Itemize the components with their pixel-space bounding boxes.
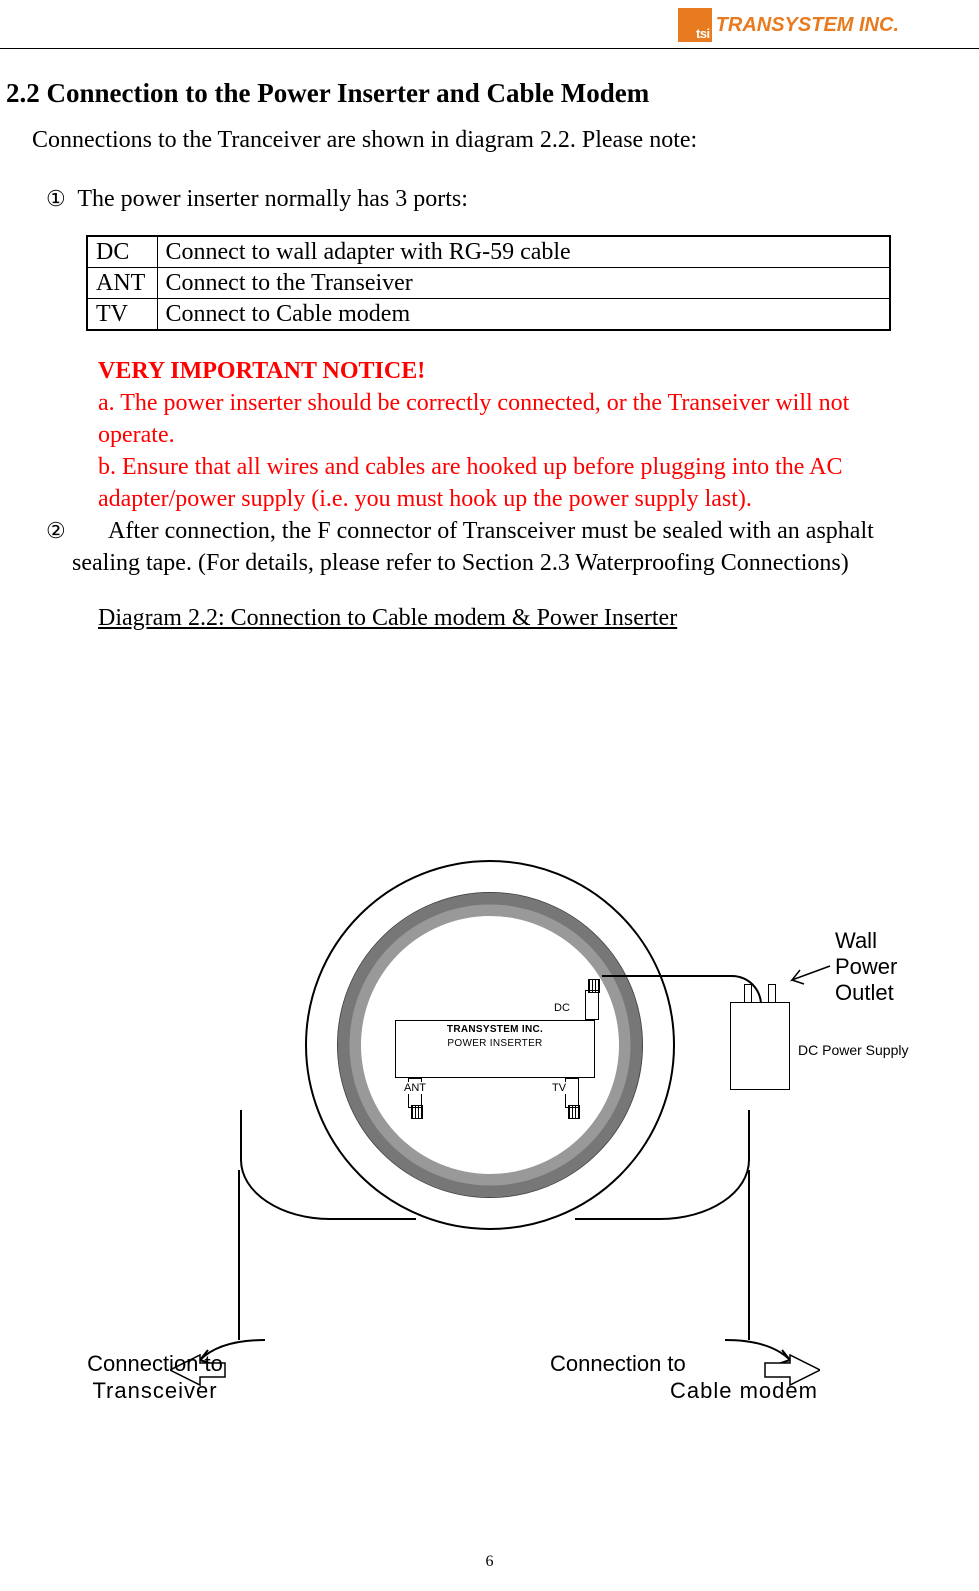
connection-left-label: Connection to Transceiver bbox=[30, 1350, 280, 1404]
wall-outlet-label: Wall Power Outlet bbox=[835, 928, 897, 1006]
diagram-title: Diagram 2.2: Connection to Cable modem &… bbox=[0, 605, 919, 632]
desc-cell: Connect to the Transeiver bbox=[157, 268, 890, 299]
port-cell: DC bbox=[87, 236, 157, 268]
company-name: TRANSYSTEM INC. bbox=[716, 14, 899, 37]
notice-b: b. Ensure that all wires and cables are … bbox=[98, 451, 889, 515]
dc-connector-icon bbox=[585, 990, 599, 1020]
port-label-ant: ANT bbox=[402, 1082, 428, 1094]
list-item-2-text: After connection, the F connector of Tra… bbox=[72, 518, 874, 576]
page-number: 6 bbox=[0, 1553, 979, 1571]
port-cell: TV bbox=[87, 299, 157, 331]
tv-cable-icon bbox=[748, 1170, 750, 1340]
header-divider bbox=[0, 48, 979, 49]
tsi-logo-icon bbox=[678, 8, 712, 42]
ant-cable-icon bbox=[240, 1110, 416, 1220]
table-row: DC Connect to wall adapter with RG-59 ca… bbox=[87, 236, 890, 268]
notice-block: VERY IMPORTANT NOTICE! a. The power inse… bbox=[0, 355, 919, 515]
inserter-label: POWER INSERTER bbox=[447, 1038, 542, 1049]
power-prong-icon bbox=[744, 984, 776, 1002]
port-cell: ANT bbox=[87, 268, 157, 299]
arrow-icon bbox=[782, 960, 832, 994]
conn-right-line2: Cable modem bbox=[550, 1378, 818, 1403]
connection-right-label: Connection to Cable modem bbox=[550, 1350, 930, 1404]
header-logo: TRANSYSTEM INC. bbox=[678, 8, 899, 42]
connection-diagram: TRANSYSTEM INC. POWER INSERTER DC ANT TV… bbox=[30, 850, 950, 1470]
table-row: TV Connect to Cable modem bbox=[87, 299, 890, 331]
ant-cable-icon bbox=[238, 1170, 240, 1340]
dc-cable-icon bbox=[602, 975, 762, 1005]
intro-text: Connections to the Tranceiver are shown … bbox=[0, 127, 919, 154]
desc-cell: Connect to wall adapter with RG-59 cable bbox=[157, 236, 890, 268]
tv-cable-icon bbox=[575, 1110, 750, 1220]
ports-table: DC Connect to wall adapter with RG-59 ca… bbox=[86, 235, 891, 331]
conn-right-line1: Connection to bbox=[550, 1351, 686, 1376]
power-inserter-box: TRANSYSTEM INC. POWER INSERTER bbox=[395, 1020, 595, 1078]
list-item-2: ② After connection, the F connector of T… bbox=[0, 515, 919, 579]
circled-2-icon: ② bbox=[46, 518, 66, 543]
circled-1-icon: ① bbox=[46, 186, 66, 211]
desc-cell: Connect to Cable modem bbox=[157, 299, 890, 331]
inserter-brand: TRANSYSTEM INC. bbox=[447, 1024, 543, 1035]
conn-left-line2: Transceiver bbox=[92, 1378, 217, 1403]
list-item-1: ① The power inserter normally has 3 port… bbox=[0, 186, 919, 213]
notice-title: VERY IMPORTANT NOTICE! bbox=[98, 355, 889, 387]
power-supply-icon bbox=[730, 1002, 790, 1090]
list-item-1-text: The power inserter normally has 3 ports: bbox=[77, 186, 468, 212]
conn-left-line1: Connection to bbox=[87, 1351, 223, 1376]
dc-supply-label: DC Power Supply bbox=[798, 1042, 909, 1058]
notice-a: a. The power inserter should be correctl… bbox=[98, 387, 889, 451]
table-row: ANT Connect to the Transeiver bbox=[87, 268, 890, 299]
port-label-dc: DC bbox=[552, 1002, 572, 1014]
section-heading: 2.2 Connection to the Power Inserter and… bbox=[0, 78, 919, 109]
port-label-tv: TV bbox=[550, 1082, 568, 1094]
